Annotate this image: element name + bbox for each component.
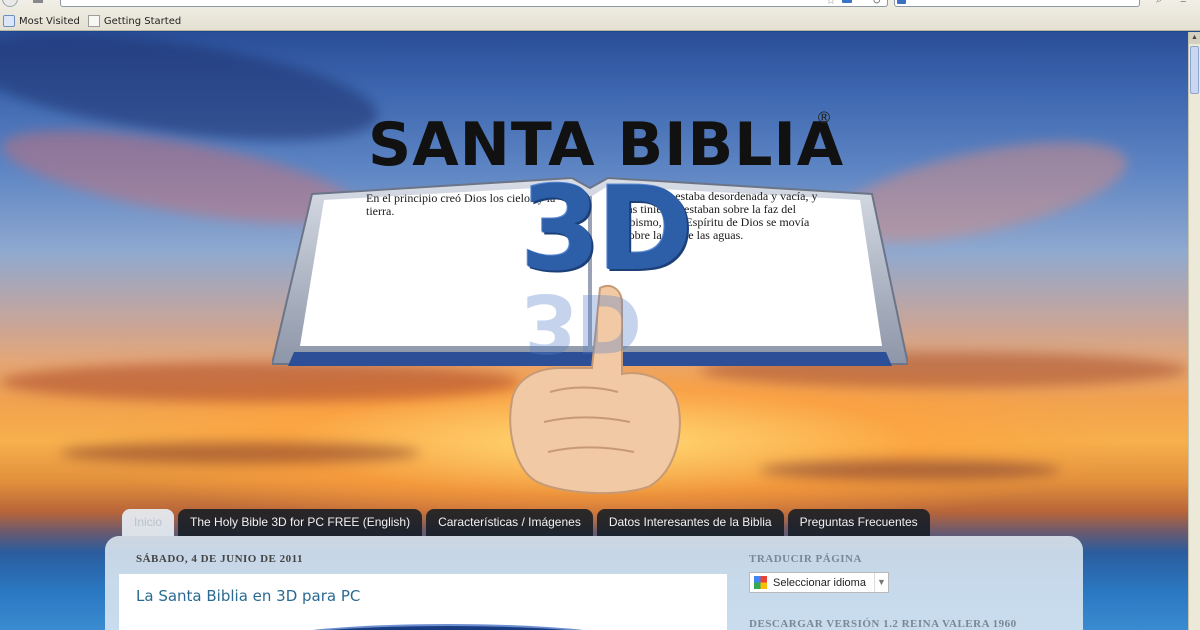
- bookmark-star-icon[interactable]: ☆: [826, 0, 836, 7]
- bookmark-getting-started[interactable]: Getting Started: [87, 15, 182, 27]
- page-icon: [33, 0, 43, 3]
- bookmark-most-visited[interactable]: Most Visited: [3, 15, 80, 27]
- bookmark-page-icon: [87, 15, 100, 27]
- scrollbar-thumb[interactable]: [1190, 46, 1199, 94]
- google-translate-icon: [754, 576, 767, 589]
- search-engine-icon[interactable]: [897, 0, 906, 4]
- language-select[interactable]: Seleccionar idioma ▼: [749, 572, 889, 593]
- reload-icon[interactable]: ↻: [872, 0, 881, 7]
- tab-caracteristicas[interactable]: Características / Imágenes: [426, 509, 593, 536]
- bookmarks-toolbar: Most Visited Getting Started: [0, 12, 1200, 30]
- bookmark-label: Getting Started: [103, 15, 182, 27]
- post-date: SÁBADO, 4 DE JUNIO DE 2011: [136, 553, 304, 565]
- translate-widget-title: TRADUCIR PÁGINA: [749, 553, 862, 565]
- logo-3d: 3D: [520, 162, 693, 297]
- search-input[interactable]: [894, 0, 1140, 7]
- sky-cloud: [60, 442, 420, 464]
- tab-inicio[interactable]: Inicio: [122, 509, 175, 536]
- bookmark-folder-icon: [3, 15, 15, 27]
- tab-datos-interesantes[interactable]: Datos Interesantes de la Biblia: [596, 509, 784, 536]
- registered-mark: ®: [816, 108, 832, 127]
- logo-3d-reflection: 3D: [522, 276, 641, 369]
- scroll-up-arrow-icon[interactable]: ▲: [1189, 32, 1200, 44]
- feed-icon[interactable]: [842, 0, 852, 3]
- post-title-link[interactable]: La Santa Biblia en 3D para PC: [136, 587, 360, 605]
- page-viewport: SANTA BIBLIA ® SANTA BIBLIA En el princi…: [0, 32, 1188, 630]
- menu-icon[interactable]: ≡: [1180, 0, 1186, 6]
- back-button[interactable]: [2, 0, 18, 7]
- navigation-row: ☆ ↻ ⌕ ≡: [0, 0, 1200, 9]
- tab-preguntas-frecuentes[interactable]: Preguntas Frecuentes: [787, 509, 930, 536]
- tab-holy-bible-english[interactable]: The Holy Bible 3D for PC FREE (English): [178, 509, 423, 536]
- browser-toolbar: ☆ ↻ ⌕ ≡ Most Visited Getting Started: [0, 0, 1200, 31]
- download-widget-title: DESCARGAR VERSIÓN 1.2 REINA VALERA 1960: [749, 618, 1017, 630]
- page-nav-tabs: Inicio The Holy Bible 3D for PC FREE (En…: [122, 509, 934, 536]
- url-bar[interactable]: [60, 0, 888, 7]
- chevron-down-icon[interactable]: ▼: [874, 573, 888, 592]
- language-select-label: Seleccionar idioma: [773, 576, 866, 589]
- sky-cloud: [760, 460, 1060, 480]
- bookmark-label: Most Visited: [19, 15, 80, 27]
- vertical-scrollbar[interactable]: ▲: [1188, 32, 1200, 630]
- search-icon[interactable]: ⌕: [1156, 0, 1162, 7]
